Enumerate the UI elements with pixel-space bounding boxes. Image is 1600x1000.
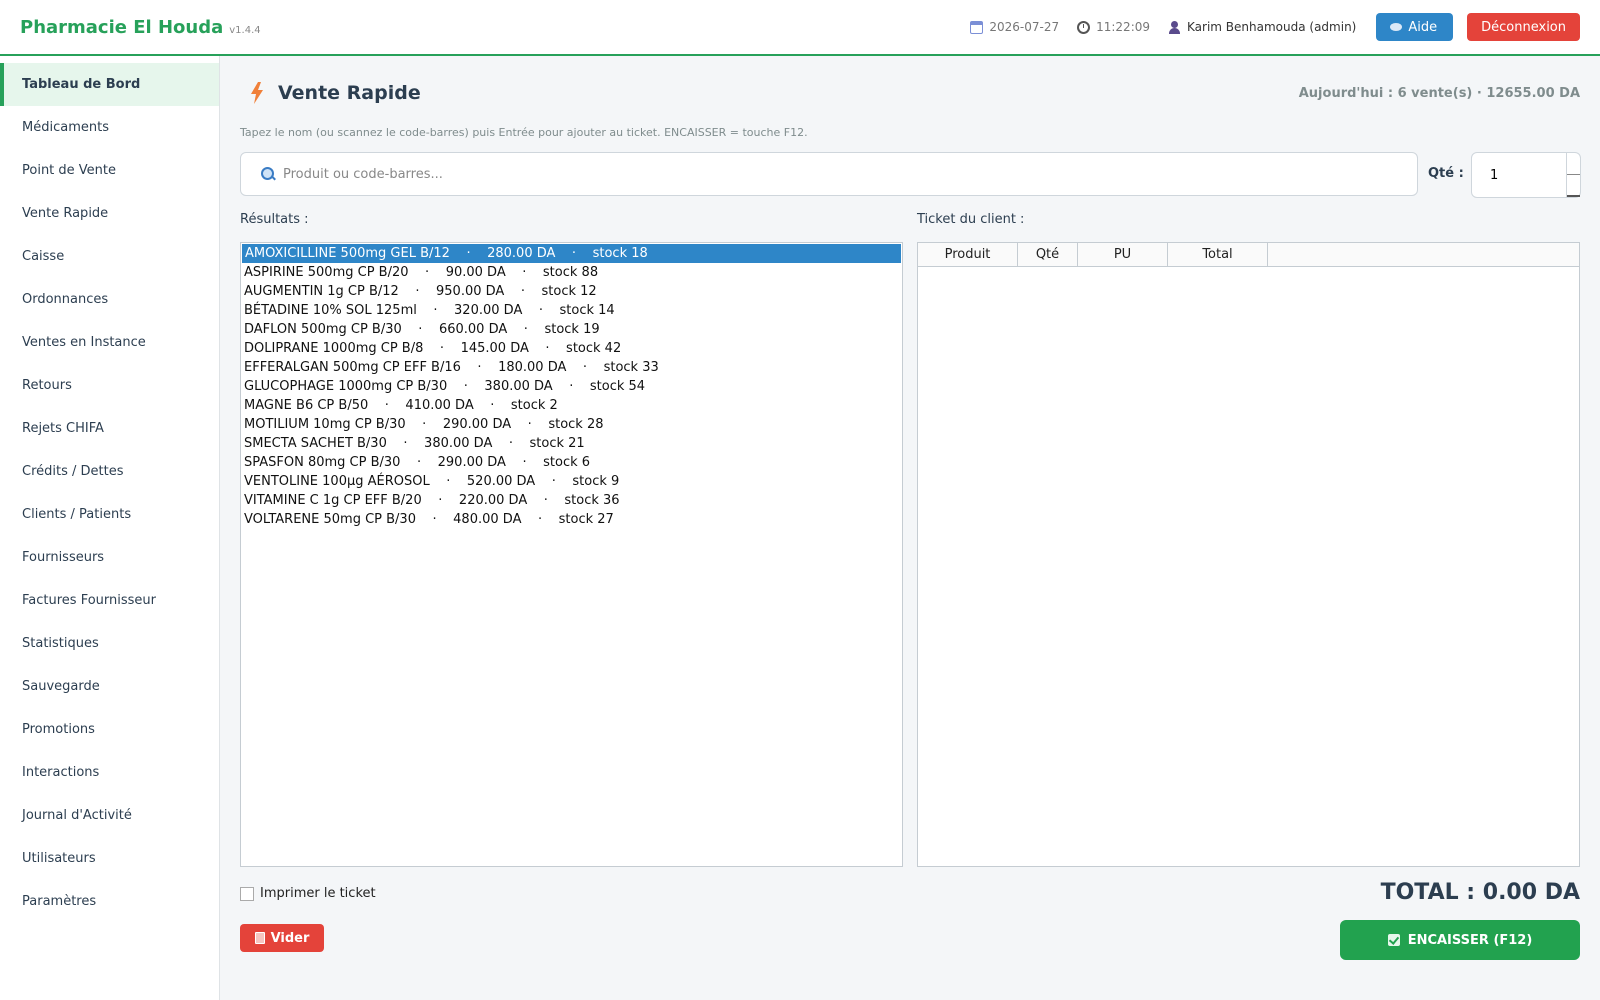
current-user: Karim Benhamouda (admin) [1168,20,1356,34]
sidebar-item-ordonnances[interactable]: Ordonnances [0,278,219,321]
print-ticket-checkbox[interactable] [240,886,254,901]
today-summary: Aujourd'hui : 6 vente(s) · 12655.00 DA [1298,86,1580,101]
results-label: Résultats : [240,212,309,227]
date-display: 2026-07-27 [970,20,1059,34]
sidebar-item-sauvegarde[interactable]: Sauvegarde [0,665,219,708]
quantity-input[interactable] [1490,167,1560,183]
result-item[interactable]: BÉTADINE 10% SOL 125ml · 320.00 DA · sto… [241,301,902,320]
result-item[interactable]: GLUCOPHAGE 1000mg CP B/30 · 380.00 DA · … [241,377,902,396]
print-ticket-option[interactable]: Imprimer le ticket [240,886,376,901]
user-name: Karim Benhamouda (admin) [1187,20,1357,34]
sidebar-item-point-de-vente[interactable]: Point de Vente [0,149,219,192]
date-text: 2026-07-27 [989,20,1060,34]
time-display: 11:22:09 [1077,20,1150,34]
user-icon [1168,20,1181,34]
checkout-label: ENCAISSER (F12) [1407,932,1533,948]
sidebar-item-tableau-de-bord[interactable]: Tableau de Bord [0,63,219,106]
column-header-total[interactable]: Total [1168,243,1268,266]
sidebar-item-statistiques[interactable]: Statistiques [0,622,219,665]
quantity-spin-buttons[interactable] [1566,153,1580,197]
result-item[interactable]: MAGNE B6 CP B/50 · 410.00 DA · stock 2 [241,396,902,415]
check-icon [1387,934,1400,946]
header-right: 2026-07-27 11:22:09 Karim Benhamouda (ad… [970,0,1580,54]
sidebar-item-ventes-en-instance[interactable]: Ventes en Instance [0,321,219,364]
quantity-stepper[interactable] [1471,152,1581,198]
quantity-increment[interactable] [1567,153,1580,175]
usage-hint: Tapez le nom (ou scannez le code-barres)… [240,126,808,139]
print-ticket-label: Imprimer le ticket [260,886,376,901]
calendar-icon [970,20,984,34]
bubble-icon [1390,23,1403,31]
quantity-decrement[interactable] [1567,175,1580,197]
sidebar-item-medicaments[interactable]: Médicaments [0,106,219,149]
quantity-label: Qté : [1428,166,1464,181]
time-text: 11:22:09 [1096,20,1151,34]
sidebar-item-factures-fournisseur[interactable]: Factures Fournisseur [0,579,219,622]
sidebar-item-vente-rapide[interactable]: Vente Rapide [0,192,219,235]
result-item[interactable]: VITAMINE C 1g CP EFF B/20 · 220.00 DA · … [241,491,902,510]
bolt-icon [251,82,263,104]
main-content: Vente Rapide Aujourd'hui : 6 vente(s) · … [240,56,1581,1000]
sidebar-item-promotions[interactable]: Promotions [0,708,219,751]
result-item[interactable]: SPASFON 80mg CP B/30 · 290.00 DA · stock… [241,453,902,472]
ticket-header-row: Produit Qté PU Total [918,243,1579,267]
top-bar: Pharmacie El Houda v1.4.4 2026-07-27 11:… [0,0,1600,56]
search-icon [261,167,275,181]
result-item[interactable]: EFFERALGAN 500mg CP EFF B/16 · 180.00 DA… [241,358,902,377]
app-title: Pharmacie El Houda [20,16,224,38]
ticket-total: TOTAL : 0.00 DA [1380,880,1580,905]
help-button[interactable]: Aide [1376,13,1454,41]
result-item[interactable]: DOLIPRANE 1000mg CP B/8 · 145.00 DA · st… [241,339,902,358]
sidebar-item-interactions[interactable]: Interactions [0,751,219,794]
ticket-label: Ticket du client : [917,212,1025,227]
clock-icon [1077,20,1091,34]
column-header-unit-price[interactable]: PU [1078,243,1168,266]
page-header: Vente Rapide Aujourd'hui : 6 vente(s) · … [240,78,1580,108]
sidebar-item-parametres[interactable]: Paramètres [0,880,219,923]
sidebar-item-caisse[interactable]: Caisse [0,235,219,278]
result-item[interactable]: ASPIRINE 500mg CP B/20 · 90.00 DA · stoc… [241,263,902,282]
sidebar: Tableau de Bord Médicaments Point de Vente… [0,56,220,1000]
sidebar-item-retours[interactable]: Retours [0,364,219,407]
app-version: v1.4.4 [229,24,261,36]
result-item[interactable]: AMOXICILLINE 500mg GEL B/12 · 280.00 DA … [242,244,901,263]
result-item[interactable]: VOLTARENE 50mg CP B/30 · 480.00 DA · sto… [241,510,902,529]
search-box[interactable] [240,152,1418,196]
column-header-qty[interactable]: Qté [1018,243,1078,266]
trash-icon [254,932,265,944]
result-item[interactable]: AUGMENTIN 1g CP B/12 · 950.00 DA · stock… [241,282,902,301]
sidebar-item-journal-d-activite[interactable]: Journal d'Activité [0,794,219,837]
search-input[interactable] [283,166,1383,182]
sidebar-item-rejets-chifa[interactable]: Rejets CHIFA [0,407,219,450]
page-title: Vente Rapide [278,82,421,104]
help-label: Aide [1408,19,1438,35]
sidebar-item-fournisseurs[interactable]: Fournisseurs [0,536,219,579]
result-item[interactable]: DAFLON 500mg CP B/30 · 660.00 DA · stock… [241,320,902,339]
sidebar-item-credits-dettes[interactable]: Crédits / Dettes [0,450,219,493]
checkout-button[interactable]: ENCAISSER (F12) [1340,920,1580,960]
logout-button[interactable]: Déconnexion [1467,13,1580,41]
column-header-product[interactable]: Produit [918,243,1018,266]
clear-label: Vider [270,930,310,946]
sidebar-item-utilisateurs[interactable]: Utilisateurs [0,837,219,880]
ticket-table[interactable]: Produit Qté PU Total [917,242,1580,867]
result-item[interactable]: SMECTA SACHET B/30 · 380.00 DA · stock 2… [241,434,902,453]
result-item[interactable]: VENTOLINE 100µg AÉROSOL · 520.00 DA · st… [241,472,902,491]
result-item[interactable]: MOTILIUM 10mg CP B/30 · 290.00 DA · stoc… [241,415,902,434]
results-list[interactable]: AMOXICILLINE 500mg GEL B/12 · 280.00 DA … [240,242,903,867]
sidebar-item-clients-patients[interactable]: Clients / Patients [0,493,219,536]
clear-button[interactable]: Vider [240,924,324,952]
